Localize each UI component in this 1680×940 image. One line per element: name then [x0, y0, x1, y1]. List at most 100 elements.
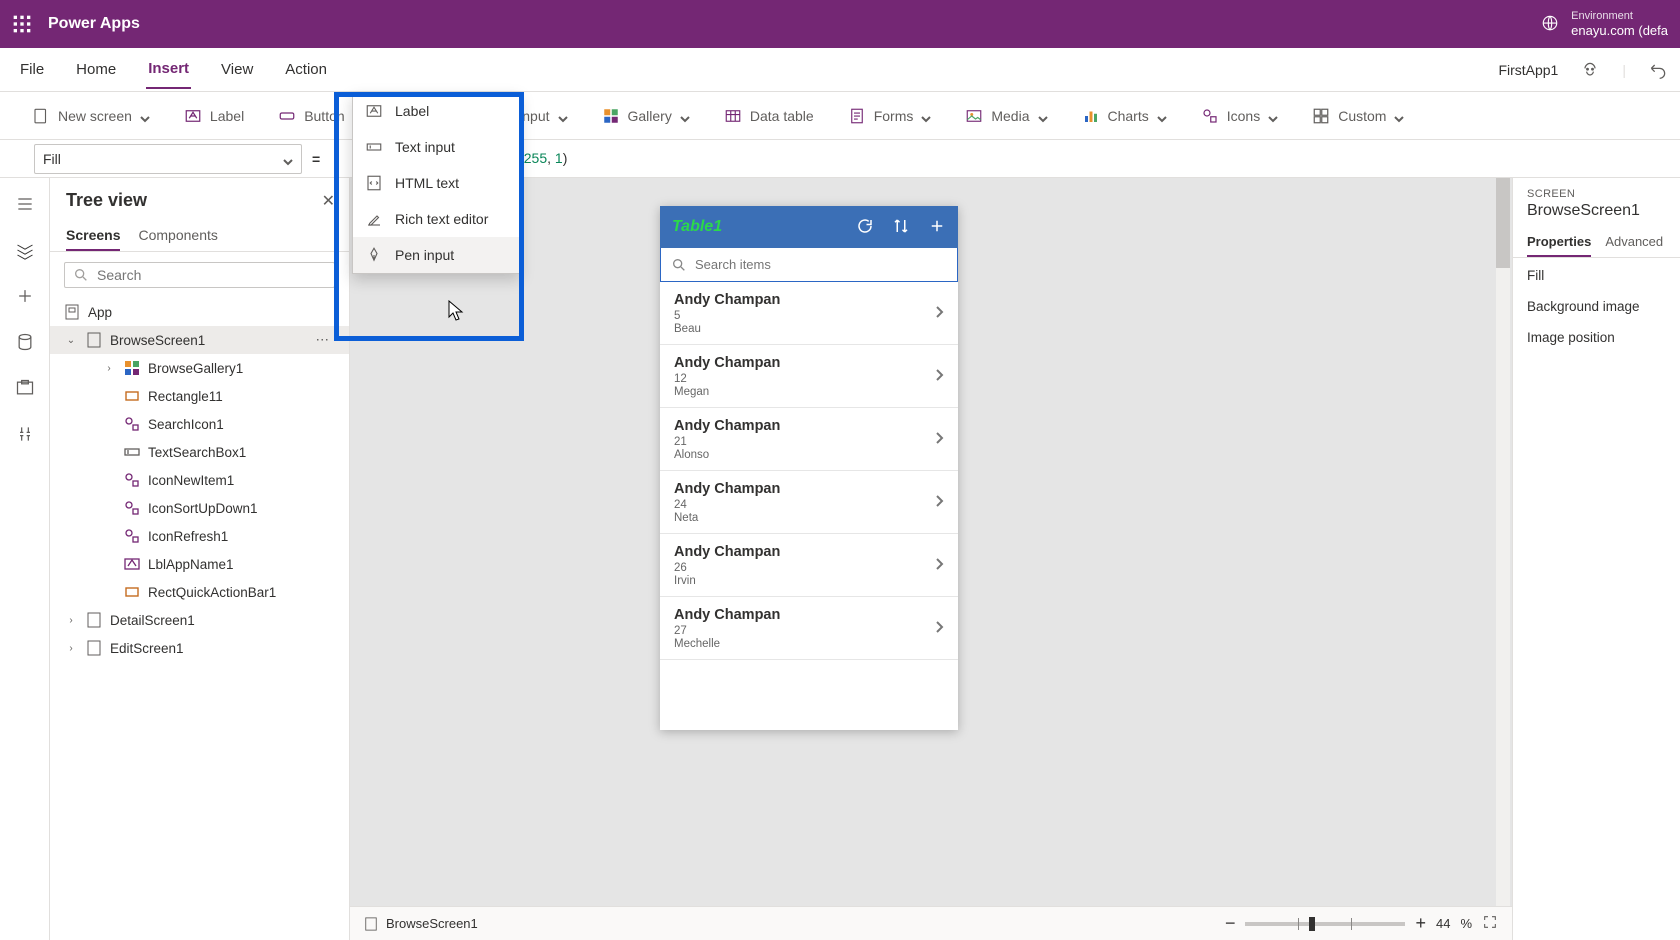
dd-item-text-input[interactable]: Text input — [353, 129, 519, 165]
phone-list-item[interactable]: Andy Champan24Neta — [660, 471, 958, 534]
properties-tab-advanced[interactable]: Advanced — [1605, 228, 1663, 257]
expand-toggle-icon[interactable]: › — [64, 643, 78, 654]
ribbon-new-screen[interactable]: New screen — [28, 101, 154, 131]
chevron-right-icon[interactable] — [934, 305, 946, 321]
app-file-name[interactable]: FirstApp1 — [1498, 62, 1558, 78]
menu-file[interactable]: File — [18, 51, 46, 88]
rail-data-icon[interactable] — [13, 330, 37, 354]
rail-hamburger-icon[interactable] — [13, 192, 37, 216]
dd-rich-text-text: Rich text editor — [395, 211, 488, 227]
new-screen-icon — [32, 107, 50, 125]
tree-search-input[interactable] — [64, 262, 335, 288]
dd-item-label[interactable]: Label — [353, 93, 519, 129]
tree-node-searchicon[interactable]: SearchIcon1 — [50, 410, 349, 438]
tree-node-editscreen[interactable]: › EditScreen1 — [50, 634, 349, 662]
expand-toggle-icon[interactable]: › — [102, 363, 116, 374]
phone-header: Table1 — [660, 206, 958, 248]
environment-caption: Environment — [1571, 10, 1668, 23]
phone-list-item[interactable]: Andy Champan27Mechelle — [660, 597, 958, 660]
status-breadcrumb[interactable]: BrowseScreen1 — [386, 916, 478, 931]
tree-close-button[interactable]: ✕ — [322, 191, 335, 211]
prop-row-fill[interactable]: Fill — [1527, 268, 1666, 283]
canvas-status-bar: BrowseScreen1 − + 44 % — [350, 906, 1512, 940]
ribbon-gallery[interactable]: Gallery — [598, 101, 694, 131]
prop-row-bg-image[interactable]: Background image — [1527, 299, 1666, 314]
item-number: 5 — [674, 310, 944, 322]
chevron-right-icon[interactable] — [934, 494, 946, 510]
menu-insert[interactable]: Insert — [146, 50, 191, 89]
chevron-right-icon[interactable] — [934, 620, 946, 636]
tree-search-field[interactable] — [97, 267, 326, 283]
ribbon-data-table[interactable]: Data table — [720, 101, 818, 131]
item-subtitle: Irvin — [674, 575, 944, 587]
phone-preview[interactable]: Table1 Andy Champan5BeauAndy Champan12Me… — [660, 206, 958, 730]
tree-tab-screens[interactable]: Screens — [66, 221, 120, 251]
chevron-right-icon[interactable] — [934, 431, 946, 447]
dd-item-rich-text[interactable]: Rich text editor — [353, 201, 519, 237]
chevron-right-icon[interactable] — [934, 557, 946, 573]
environment-block[interactable]: Environment enayu.com (defa — [1571, 10, 1668, 39]
scrollbar-thumb[interactable] — [1496, 178, 1510, 268]
undo-icon[interactable] — [1644, 56, 1672, 84]
zoom-in-button[interactable]: + — [1415, 913, 1426, 934]
waffle-icon[interactable] — [12, 14, 32, 34]
add-icon[interactable] — [928, 217, 946, 238]
ribbon-charts[interactable]: Charts — [1078, 101, 1171, 131]
zoom-slider-thumb[interactable] — [1309, 917, 1315, 931]
environment-icon[interactable] — [1541, 14, 1559, 35]
phone-title-label[interactable]: Table1 — [672, 218, 722, 236]
refresh-icon[interactable] — [856, 217, 874, 238]
app-node-icon — [64, 304, 80, 320]
dd-item-html-text[interactable]: HTML text — [353, 165, 519, 201]
canvas-scrollbar[interactable] — [1496, 178, 1510, 906]
item-number: 12 — [674, 373, 944, 385]
tree-node-iconrefresh[interactable]: IconRefresh1 — [50, 522, 349, 550]
expand-toggle-icon[interactable]: › — [64, 615, 78, 626]
rail-add-icon[interactable] — [13, 284, 37, 308]
ribbon-forms[interactable]: Forms — [844, 101, 936, 131]
collapse-toggle-icon[interactable]: ⌄ — [64, 335, 78, 346]
properties-tab-properties[interactable]: Properties — [1527, 228, 1591, 257]
tree-node-detailscreen[interactable]: › DetailScreen1 — [50, 606, 349, 634]
rail-tree-view-icon[interactable] — [13, 238, 37, 262]
phone-search-input[interactable] — [660, 248, 958, 282]
phone-list-item[interactable]: Andy Champan26Irvin — [660, 534, 958, 597]
ribbon-custom[interactable]: Custom — [1308, 101, 1408, 131]
tree-node-iconnewitem[interactable]: IconNewItem1 — [50, 466, 349, 494]
tree-node-more-icon[interactable]: ⋯ — [316, 332, 340, 348]
phone-list-item[interactable]: Andy Champan21Alonso — [660, 408, 958, 471]
tree-node-app[interactable]: App — [50, 298, 349, 326]
zoom-out-button[interactable]: − — [1225, 913, 1236, 934]
chevron-right-icon[interactable] — [934, 368, 946, 384]
ribbon-icons[interactable]: Icons — [1197, 101, 1282, 131]
menu-view[interactable]: View — [219, 51, 255, 88]
fullscreen-icon[interactable] — [1482, 914, 1498, 933]
ribbon-media[interactable]: Media — [961, 101, 1051, 131]
tree-node-iconsort[interactable]: IconSortUpDown1 — [50, 494, 349, 522]
zoom-slider[interactable] — [1245, 922, 1405, 926]
tree-node-lblappname[interactable]: LblAppName1 — [50, 550, 349, 578]
rail-tools-icon[interactable] — [13, 422, 37, 446]
property-selector[interactable]: Fill — [34, 144, 302, 174]
rail-media-icon[interactable] — [13, 376, 37, 400]
ribbon-label[interactable]: Label — [180, 101, 248, 131]
phone-list-item[interactable]: Andy Champan12Megan — [660, 345, 958, 408]
tree-node-textsearchbox[interactable]: TextSearchBox1 — [50, 438, 349, 466]
tree-node-rectquick[interactable]: RectQuickActionBar1 — [50, 578, 349, 606]
dd-item-pen-input[interactable]: Pen input — [353, 237, 519, 273]
design-canvas[interactable]: Table1 Andy Champan5BeauAndy Champan12Me… — [350, 178, 1512, 940]
prop-row-image-position[interactable]: Image position — [1527, 330, 1666, 345]
sort-icon[interactable] — [892, 217, 910, 238]
ribbon-button[interactable]: Button — [274, 101, 348, 131]
tree-node-label: BrowseGallery1 — [148, 361, 243, 376]
tree-node-rectangle[interactable]: Rectangle11 — [50, 382, 349, 410]
app-checker-icon[interactable] — [1576, 56, 1604, 84]
data-table-icon — [724, 107, 742, 125]
menu-home[interactable]: Home — [74, 51, 118, 88]
tree-tab-components[interactable]: Components — [138, 221, 217, 251]
phone-search-field[interactable] — [695, 257, 947, 272]
menu-action[interactable]: Action — [283, 51, 329, 88]
tree-node-gallery[interactable]: › BrowseGallery1 — [50, 354, 349, 382]
tree-node-browsescreen[interactable]: ⌄ BrowseScreen1 ⋯ — [50, 326, 349, 354]
phone-list-item[interactable]: Andy Champan5Beau — [660, 282, 958, 345]
